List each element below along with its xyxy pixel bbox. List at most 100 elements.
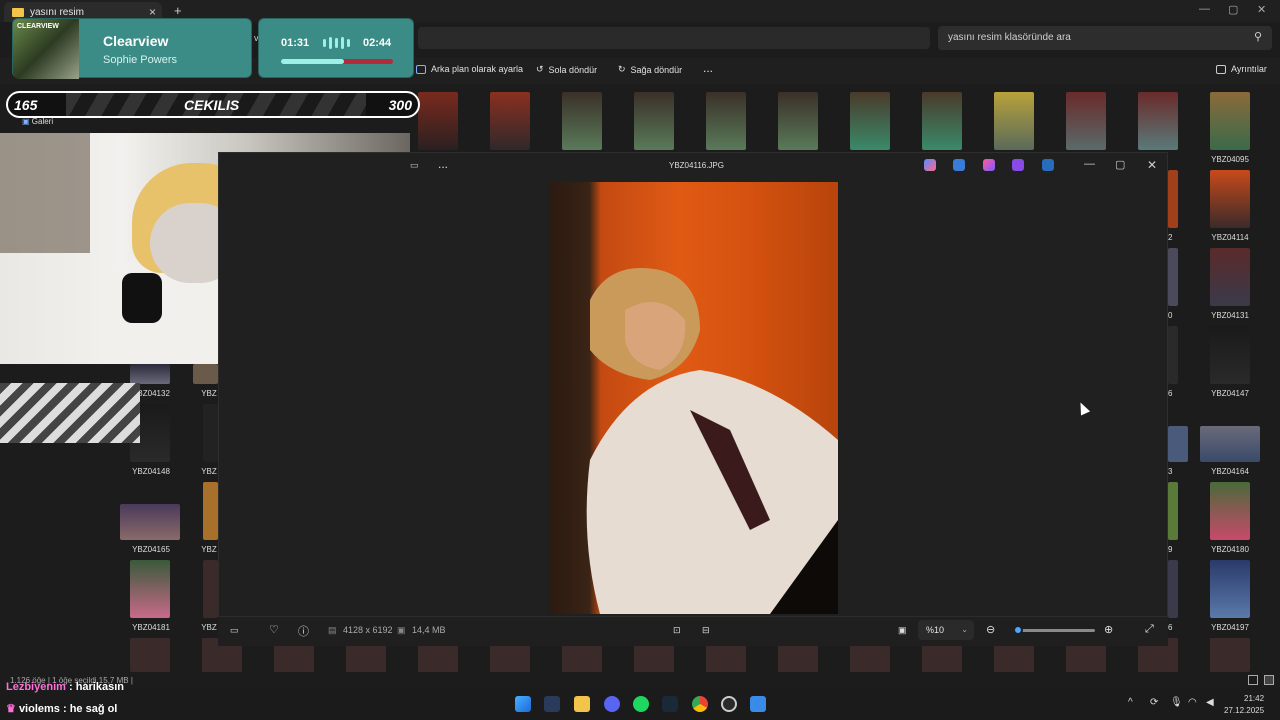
thumbnail[interactable]	[1168, 560, 1178, 618]
thumbnail[interactable]	[1168, 248, 1178, 306]
rotate-right-button[interactable]: ↻ Sağa döndür	[618, 64, 682, 75]
viewer-close-icon[interactable]: ✕	[1147, 158, 1157, 172]
thumbnail[interactable]	[1138, 92, 1178, 150]
filmstrip-icon[interactable]: ▭	[230, 625, 239, 636]
thumbnail[interactable]	[994, 92, 1034, 150]
thumbnail[interactable]	[1210, 92, 1250, 150]
maximize-icon[interactable]: ▢	[1228, 3, 1238, 16]
tray-overflow-icon[interactable]: ^	[1128, 697, 1133, 708]
thumbnail[interactable]	[193, 364, 218, 384]
chat-text: : harikasın	[68, 681, 124, 693]
thumbnail[interactable]	[706, 92, 746, 150]
network-sync-icon[interactable]: ⟳	[1150, 697, 1158, 708]
volume-icon[interactable]: ◀︎	[1206, 697, 1214, 708]
obs-icon[interactable]	[721, 696, 737, 712]
folder-icon	[12, 7, 24, 17]
thumbnail[interactable]	[778, 92, 818, 150]
thumbnail[interactable]	[850, 92, 890, 150]
thumbnail[interactable]	[634, 92, 674, 150]
address-bar[interactable]	[418, 27, 930, 49]
giveaway-bar: 165 CEKILIS 300	[6, 91, 420, 118]
start-icon[interactable]	[515, 696, 531, 712]
thumbnail[interactable]	[130, 364, 170, 384]
spotify-icon[interactable]	[633, 696, 649, 712]
thumbnail[interactable]	[1210, 326, 1250, 384]
microphone-icon[interactable]: 🎙︎	[1170, 697, 1183, 708]
slideshow-icon[interactable]: ▭	[410, 160, 419, 171]
thumbnail[interactable]	[203, 404, 218, 462]
set-background-button[interactable]: Arka plan olarak ayarla	[416, 64, 523, 74]
text-scan-icon[interactable]: ⊟	[702, 625, 710, 636]
thumbnail[interactable]	[120, 504, 180, 540]
thumbnail[interactable]	[1210, 248, 1250, 306]
search-input[interactable]: yasını resim klasöründe ara ⚲	[938, 26, 1272, 50]
thumbnail[interactable]	[418, 92, 458, 150]
sidebar-item-gallery[interactable]: ▣ Galeri	[22, 117, 53, 126]
viewer-maximize-icon[interactable]: ▢	[1115, 158, 1125, 171]
file-size: 14,4 MB	[412, 625, 446, 635]
more-commands-button[interactable]: ...	[703, 61, 713, 75]
thumbnail[interactable]	[1168, 482, 1178, 540]
photo-subject	[586, 268, 838, 614]
favorite-icon[interactable]: ♡	[269, 623, 279, 636]
thumbnail[interactable]	[1066, 92, 1106, 150]
tab-title: yasını resim	[30, 6, 84, 18]
info-icon[interactable]: ⓘ	[298, 623, 309, 639]
thumbnail[interactable]	[1168, 426, 1188, 462]
thumbnail-label: YBZ04148	[132, 467, 170, 476]
zoom-out-icon[interactable]: ⊖	[986, 623, 995, 636]
copilot-icon[interactable]	[924, 159, 936, 171]
thumbnail[interactable]	[203, 560, 218, 618]
fit-screen-icon[interactable]: ▣	[898, 625, 907, 636]
photos-app-icon[interactable]	[750, 696, 766, 712]
thumbnail-label: YBZ04180	[1211, 545, 1249, 554]
zoom-select[interactable]: %10 ⌄	[918, 620, 974, 640]
zoom-in-icon[interactable]: ⊕	[1104, 623, 1113, 636]
thumbnail[interactable]	[922, 92, 962, 150]
zoom-slider[interactable]	[1013, 629, 1095, 632]
discord-icon[interactable]	[604, 696, 620, 712]
rotate-left-button[interactable]: ↺ Sola döndür	[536, 64, 597, 75]
wallpaper-icon	[416, 64, 426, 74]
thumbnail[interactable]	[1200, 426, 1260, 462]
new-tab-button[interactable]: +	[174, 3, 182, 18]
tab-close-icon[interactable]: ×	[149, 5, 156, 19]
search-icon: ⚲	[1253, 31, 1262, 43]
giveaway-label: CEKILIS	[184, 97, 240, 113]
thumbnail[interactable]	[130, 560, 170, 618]
minimize-icon[interactable]: —	[1199, 3, 1210, 15]
wifi-icon[interactable]: ◠	[1188, 697, 1197, 708]
terminal-icon[interactable]	[544, 696, 560, 712]
visual-search-icon[interactable]: ⊡	[673, 625, 681, 636]
view-thumbnails-icon[interactable]	[1264, 675, 1274, 685]
edit-icon[interactable]	[953, 159, 965, 171]
chevron-down-icon: ⌄	[961, 625, 968, 634]
view-details-icon[interactable]	[1248, 675, 1258, 685]
chrome-icon[interactable]	[692, 696, 708, 712]
thumbnail-label: YBZ04164	[1211, 467, 1249, 476]
track-title: Clearview	[103, 33, 169, 49]
details-button[interactable]: Ayrıntılar	[1216, 64, 1267, 74]
thumbnail[interactable]	[490, 92, 530, 150]
thumbnail[interactable]	[1210, 482, 1250, 540]
clipchamp-icon[interactable]	[1012, 159, 1024, 171]
chat-message: ♛ violems : he sağ ol	[6, 702, 117, 715]
onedrive-icon[interactable]	[1042, 159, 1054, 171]
playback-card: 01:31 02:44	[258, 18, 414, 78]
rotate-left-icon: ↺	[536, 64, 544, 74]
thumbnail[interactable]	[1168, 170, 1178, 228]
thumbnail[interactable]	[1168, 326, 1178, 384]
taskbar-clock[interactable]: 21:42 27.12.2025	[1224, 693, 1264, 717]
file-explorer-icon[interactable]	[574, 696, 590, 712]
designer-icon[interactable]	[983, 159, 995, 171]
thumbnail[interactable]	[1210, 560, 1250, 618]
fullscreen-icon[interactable]: ⤢	[1145, 623, 1154, 636]
viewer-more-button[interactable]: ...	[438, 157, 448, 171]
thumbnail[interactable]	[562, 92, 602, 150]
thumbnail[interactable]	[203, 482, 218, 540]
close-window-icon[interactable]: ✕	[1257, 3, 1266, 16]
thumbnail[interactable]	[1210, 170, 1250, 228]
striped-blanket	[0, 383, 140, 443]
viewer-minimize-icon[interactable]: —	[1084, 158, 1095, 170]
steam-icon[interactable]	[662, 696, 678, 712]
